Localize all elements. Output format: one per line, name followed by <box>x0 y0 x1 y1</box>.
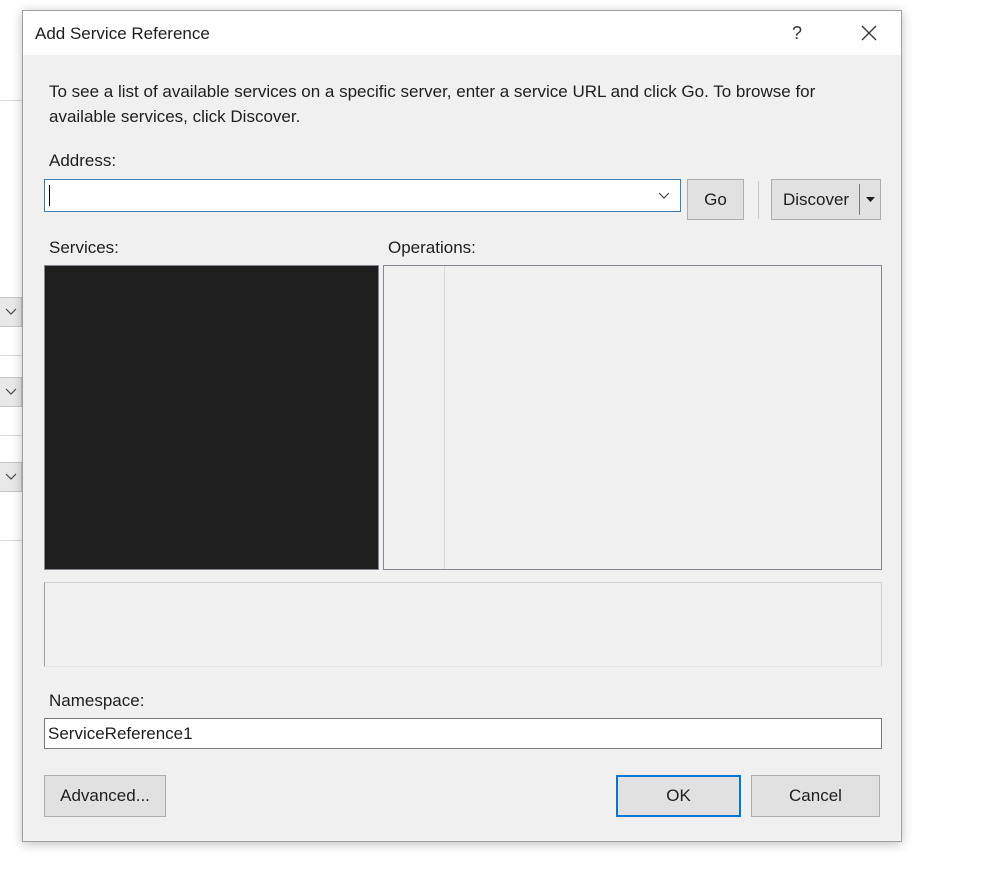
operations-list[interactable] <box>383 265 882 570</box>
advanced-button[interactable]: Advanced... <box>44 775 166 817</box>
discover-split-button[interactable]: Discover <box>771 179 881 220</box>
chevron-down-icon <box>5 308 16 315</box>
background-dropdown[interactable] <box>0 377 22 407</box>
ok-button[interactable]: OK <box>616 775 741 817</box>
background-divider <box>0 355 22 356</box>
status-message-area <box>44 582 882 667</box>
background-dropdown[interactable] <box>0 462 22 492</box>
chevron-down-icon <box>5 473 16 480</box>
help-icon: ? <box>791 22 802 43</box>
discover-button[interactable]: Discover <box>772 180 860 219</box>
text-cursor <box>49 185 50 206</box>
cancel-button[interactable]: Cancel <box>751 775 880 817</box>
help-button[interactable]: ? <box>769 11 825 55</box>
title-bar[interactable]: Add Service Reference ? <box>23 11 901 55</box>
dialog-title: Add Service Reference <box>35 24 210 43</box>
go-button[interactable]: Go <box>687 179 744 220</box>
address-label: Address: <box>49 151 117 170</box>
chevron-down-icon <box>5 388 16 395</box>
discover-dropdown-toggle[interactable] <box>860 180 880 219</box>
services-tree[interactable] <box>44 265 379 570</box>
toolbar-separator <box>758 181 759 219</box>
operations-label: Operations: <box>388 238 476 257</box>
close-icon <box>861 25 877 41</box>
address-combobox[interactable] <box>44 179 681 212</box>
add-service-reference-dialog: Add Service Reference ? To see a list of… <box>22 10 902 842</box>
namespace-input[interactable] <box>44 718 882 749</box>
background-dropdown[interactable] <box>0 297 22 327</box>
close-button[interactable] <box>841 11 897 55</box>
address-input[interactable] <box>45 180 645 211</box>
services-label: Services: <box>49 238 119 257</box>
background-divider <box>0 435 22 436</box>
namespace-label: Namespace: <box>49 691 145 710</box>
address-dropdown-toggle[interactable] <box>652 180 676 211</box>
background-divider <box>0 540 22 541</box>
chevron-down-icon <box>658 192 670 199</box>
caret-down-icon <box>865 197 875 202</box>
background-divider <box>0 100 22 101</box>
operations-icon-column <box>444 266 445 569</box>
instructions-text: To see a list of available services on a… <box>49 82 816 126</box>
